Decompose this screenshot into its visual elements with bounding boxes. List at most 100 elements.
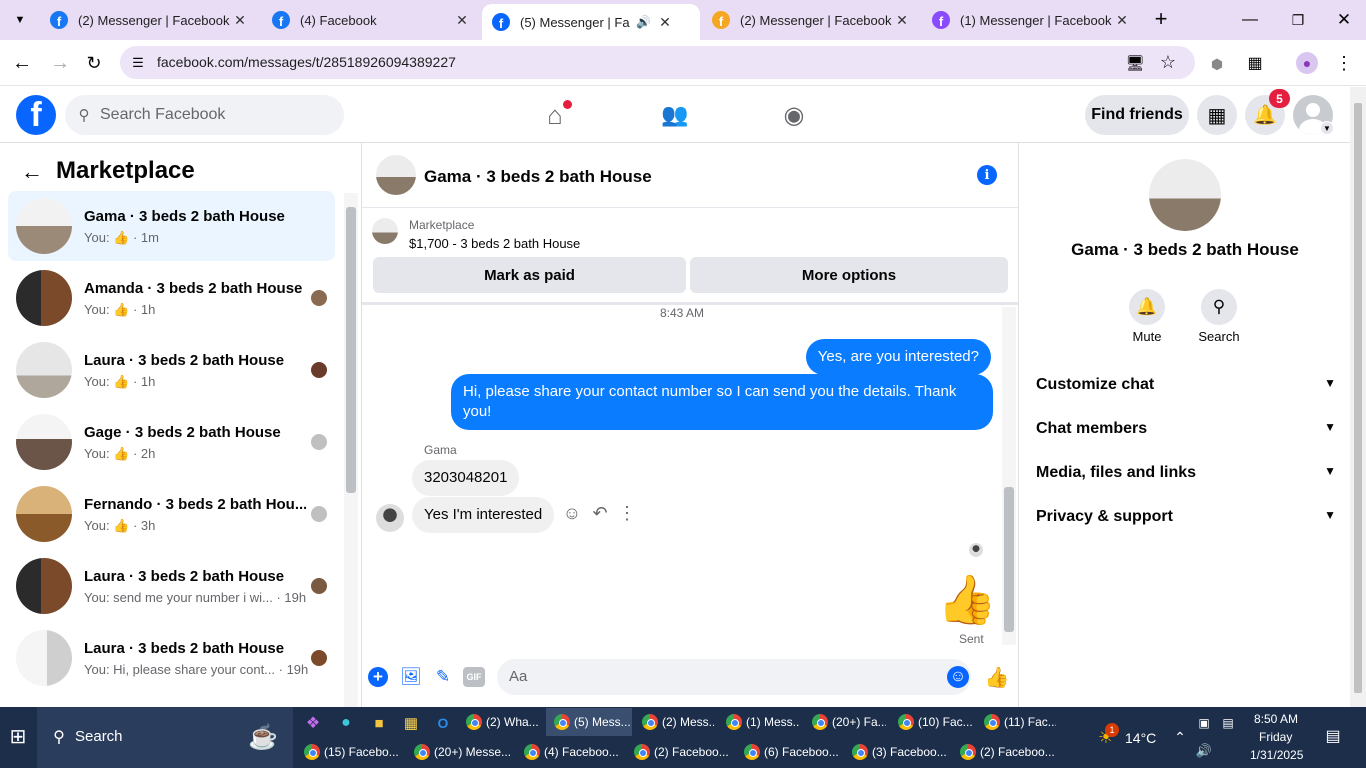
taskbar-search-box[interactable]: ⚲ Search ☕ bbox=[37, 707, 293, 768]
more-actions-icon[interactable]: ⋮ bbox=[618, 502, 636, 524]
outgoing-message[interactable]: Hi, please share your contact number so … bbox=[451, 374, 993, 430]
browser-tab[interactable]: f (1) Messenger | Facebook ✕ bbox=[922, 0, 1140, 40]
minimize-window-icon[interactable]: — bbox=[1232, 8, 1268, 32]
new-tab-button[interactable]: + bbox=[1148, 6, 1174, 32]
media-files-section[interactable]: Media, files and links ▼ bbox=[1036, 464, 1336, 482]
conversation-item[interactable]: Gama · 3 beds 2 bath House You: 👍 · 1m bbox=[8, 191, 335, 261]
incoming-message[interactable]: Yes I'm interested bbox=[412, 497, 555, 533]
site-info-icon[interactable]: ☰ bbox=[128, 53, 148, 73]
restore-window-icon[interactable]: ❐ bbox=[1280, 8, 1316, 32]
address-bar[interactable]: ☰ facebook.com/messages/t/28518926094389… bbox=[120, 46, 1195, 79]
facebook-search-box[interactable]: ⚲ Search Facebook bbox=[65, 95, 344, 135]
conversation-item[interactable]: Fernando · 3 beds 2 bath Hou... You: 👍 · … bbox=[8, 479, 335, 549]
outlook-icon[interactable]: O bbox=[432, 711, 454, 735]
audio-playing-icon[interactable]: 🔊 bbox=[636, 15, 651, 29]
account-chevron-icon[interactable]: ▼ bbox=[1320, 121, 1334, 135]
browser-tab[interactable]: f (2) Messenger | Facebook ✕ bbox=[40, 0, 258, 40]
add-actions-icon[interactable]: + bbox=[368, 667, 388, 687]
conversation-list-scrollbar[interactable] bbox=[344, 193, 358, 707]
extensions-puzzle-icon[interactable]: ▦ bbox=[1244, 52, 1266, 74]
listing-price[interactable]: $1,700 - 3 beds 2 bath House bbox=[409, 236, 580, 251]
clock-date[interactable]: 1/31/2025 bbox=[1250, 748, 1303, 762]
windows-start-icon[interactable]: ⊞ bbox=[5, 723, 31, 749]
details-avatar[interactable] bbox=[1149, 159, 1221, 231]
reply-icon[interactable]: ↶ bbox=[589, 502, 611, 524]
conversation-item[interactable]: Laura · 3 beds 2 bath House You: 👍 · 1h bbox=[8, 335, 335, 405]
close-tab-icon[interactable]: ✕ bbox=[232, 12, 248, 29]
back-icon[interactable]: ← bbox=[10, 51, 34, 75]
mark-as-paid-button[interactable]: Mark as paid bbox=[373, 257, 686, 293]
browser-menu-icon[interactable]: ⋮ bbox=[1334, 52, 1354, 74]
close-tab-icon[interactable]: ✕ bbox=[894, 12, 910, 29]
edge-icon[interactable]: ● bbox=[335, 711, 357, 735]
volume-icon[interactable]: 🔊 bbox=[1195, 741, 1213, 761]
outgoing-message[interactable]: Yes, are you interested? bbox=[805, 339, 991, 375]
conversation-item[interactable]: Laura · 3 beds 2 bath House You: send me … bbox=[8, 551, 335, 621]
taskbar-window-button[interactable]: (20+) Messe... bbox=[408, 738, 514, 766]
taskbar-window-button[interactable]: (2) Mess... bbox=[634, 708, 714, 736]
attach-photo-icon[interactable]: 🖼 bbox=[400, 666, 422, 688]
friends-icon[interactable]: 👥 bbox=[660, 101, 690, 129]
forward-icon[interactable]: → bbox=[48, 51, 72, 75]
taskbar-window-button[interactable]: (4) Faceboo... bbox=[518, 738, 624, 766]
page-scrollbar[interactable] bbox=[1350, 87, 1366, 707]
file-explorer-icon[interactable]: ■ bbox=[368, 711, 390, 735]
taskbar-window-button[interactable]: (15) Facebo... bbox=[298, 738, 404, 766]
clock-day[interactable]: Friday bbox=[1259, 730, 1292, 744]
mute-bell-icon[interactable]: 🔔 bbox=[1129, 289, 1165, 325]
info-icon[interactable]: i bbox=[977, 165, 997, 185]
copilot-icon[interactable]: ❖ bbox=[302, 711, 324, 735]
network-icon[interactable]: ▤ bbox=[1219, 713, 1237, 733]
listing-thumbnail[interactable] bbox=[372, 218, 398, 244]
browser-tab[interactable]: f (2) Messenger | Facebook ✕ bbox=[702, 0, 920, 40]
extension-icon[interactable]: ⬢ bbox=[1206, 53, 1228, 75]
profile-avatar-icon[interactable]: ● bbox=[1296, 52, 1318, 74]
back-arrow-icon[interactable]: ← bbox=[18, 159, 46, 185]
chat-title[interactable]: Gama · 3 beds 2 bath House bbox=[424, 167, 652, 187]
react-emoji-icon[interactable]: ☺ bbox=[561, 502, 583, 524]
message-input[interactable]: Aa ☺ bbox=[497, 659, 971, 695]
more-options-button[interactable]: More options bbox=[690, 257, 1008, 293]
browser-tab-active[interactable]: f (5) Messenger | Facebook 🔊 ✕ bbox=[482, 4, 700, 40]
close-tab-icon[interactable]: ✕ bbox=[657, 14, 673, 31]
conversation-item[interactable]: Gage · 3 beds 2 bath House You: 👍 · 2h bbox=[8, 407, 335, 477]
temperature[interactable]: 14°C bbox=[1125, 730, 1156, 746]
facebook-logo-icon[interactable]: f bbox=[16, 95, 56, 135]
chat-members-section[interactable]: Chat members ▼ bbox=[1036, 420, 1336, 438]
install-app-icon[interactable]: 🖥 bbox=[1123, 52, 1147, 74]
customize-chat-section[interactable]: Customize chat ▼ bbox=[1036, 376, 1336, 394]
taskbar-window-button[interactable]: (5) Mess... bbox=[546, 708, 632, 736]
taskbar-window-button[interactable]: (2) Faceboo... bbox=[628, 738, 734, 766]
taskbar-window-button[interactable]: (3) Faceboo... bbox=[846, 738, 952, 766]
taskbar-window-button[interactable]: (6) Faceboo... bbox=[738, 738, 844, 766]
large-like-icon[interactable]: 👍 bbox=[937, 571, 997, 627]
sticker-icon[interactable]: ✎ bbox=[432, 666, 454, 688]
taskbar-window-button[interactable]: (11) Fac... bbox=[976, 708, 1056, 736]
taskbar-window-button[interactable]: (2) Faceboo... bbox=[954, 738, 1060, 766]
privacy-support-section[interactable]: Privacy & support ▼ bbox=[1036, 508, 1336, 526]
taskbar-window-button[interactable]: (1) Mess... bbox=[718, 708, 800, 736]
browser-tab[interactable]: f (4) Facebook ✕ bbox=[262, 0, 480, 40]
tab-search-chevron-icon[interactable]: ▼ bbox=[8, 10, 32, 30]
store-icon[interactable]: ▦ bbox=[400, 711, 422, 735]
notification-center-icon[interactable]: ▤ bbox=[1322, 725, 1344, 747]
messages-scrollbar[interactable] bbox=[1002, 307, 1016, 645]
taskbar-window-button[interactable]: (20+) Fa... bbox=[804, 708, 886, 736]
incoming-message[interactable]: 3203048201 bbox=[412, 460, 520, 496]
sender-avatar[interactable] bbox=[376, 504, 404, 532]
taskbar-window-button[interactable]: (10) Fac... bbox=[890, 708, 972, 736]
conversation-item[interactable]: Amanda · 3 beds 2 bath House You: 👍 · 1h bbox=[8, 263, 335, 333]
conversation-item[interactable]: Laura · 3 beds 2 bath House You: Hi, plea… bbox=[8, 623, 335, 693]
close-tab-icon[interactable]: ✕ bbox=[454, 12, 470, 29]
show-hidden-icons-icon[interactable]: ⌃ bbox=[1171, 728, 1189, 746]
close-window-icon[interactable]: ✕ bbox=[1326, 8, 1362, 32]
bookmark-star-icon[interactable]: ☆ bbox=[1156, 51, 1180, 73]
gif-icon[interactable]: GIF bbox=[463, 667, 485, 687]
clock-time[interactable]: 8:50 AM bbox=[1254, 712, 1298, 726]
search-in-chat-icon[interactable]: ⚲ bbox=[1201, 289, 1237, 325]
close-tab-icon[interactable]: ✕ bbox=[1114, 12, 1130, 29]
menu-grid-icon[interactable]: ▦ bbox=[1197, 95, 1237, 135]
groups-icon[interactable]: ◉ bbox=[779, 101, 809, 129]
reload-icon[interactable]: ↻ bbox=[82, 51, 106, 75]
taskbar-window-button[interactable]: (2) Wha... bbox=[458, 708, 542, 736]
